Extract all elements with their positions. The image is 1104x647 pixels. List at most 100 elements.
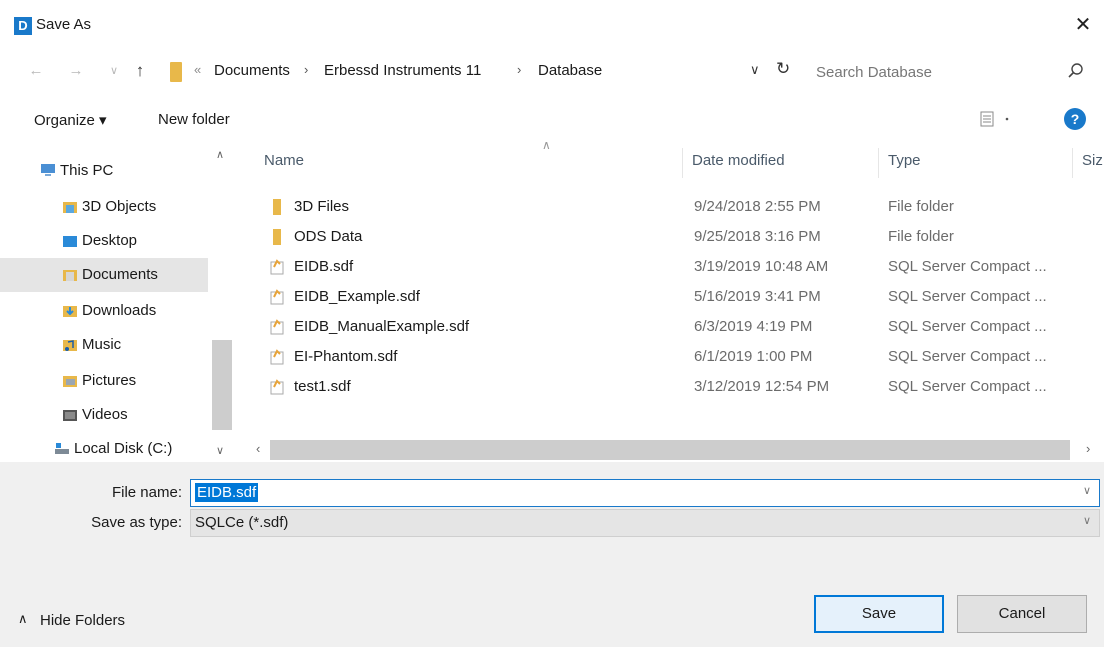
sidebar-item-desktop[interactable]: Desktop <box>0 224 208 258</box>
breadcrumb-documents[interactable]: Documents <box>214 62 290 79</box>
file-name: test1.sdf <box>294 378 351 395</box>
file-date: 9/25/2018 3:16 PM <box>694 228 821 245</box>
sidebar-item-local-disk[interactable]: Local Disk (C:) <box>0 432 208 466</box>
file-date: 3/12/2019 12:54 PM <box>694 378 830 395</box>
sidebar-item-this-pc[interactable]: This PC <box>0 154 208 188</box>
documents-icon <box>63 270 77 281</box>
file-date: 9/24/2018 2:55 PM <box>694 198 821 215</box>
navigation-bar: ← → ∨ ↑ « Documents › Erbessd Instrument… <box>0 52 1104 92</box>
title-bar: D Save As ✕ <box>0 0 1104 48</box>
column-header-size[interactable]: Siz <box>1082 152 1103 169</box>
desktop-icon <box>63 236 77 247</box>
file-date: 5/16/2019 3:41 PM <box>694 288 821 305</box>
hide-folders-button[interactable]: ∧ Hide Folders <box>18 611 126 629</box>
file-list: ∧ Name Date modified Type Siz 3D Files 9… <box>240 138 1104 462</box>
column-header-name[interactable]: Name <box>264 152 304 169</box>
sidebar-item-documents[interactable]: Documents <box>0 258 208 292</box>
chevron-down-icon[interactable]: ∨ <box>1083 484 1091 497</box>
sidebar-item-3d-objects[interactable]: 3D Objects <box>0 190 208 224</box>
address-overflow-chevron[interactable]: « <box>194 62 201 77</box>
file-name-input[interactable]: EIDB.sdf <box>195 483 259 502</box>
videos-icon <box>63 410 77 421</box>
file-type: SQL Server Compact ... <box>888 258 1047 275</box>
column-header-type[interactable]: Type <box>888 152 921 169</box>
file-type: SQL Server Compact ... <box>888 288 1047 305</box>
file-row[interactable]: EI-Phantom.sdf 6/1/2019 1:00 PM SQL Serv… <box>240 342 1104 372</box>
breadcrumb-database[interactable]: Database <box>538 62 602 79</box>
folder-icon <box>273 229 281 245</box>
file-date: 6/3/2019 4:19 PM <box>694 318 813 335</box>
file-name-label: File name: <box>111 484 182 501</box>
back-icon[interactable]: ← <box>26 60 46 82</box>
view-options-icon[interactable] <box>977 108 1017 130</box>
close-button[interactable]: ✕ <box>1066 10 1100 40</box>
breadcrumb-separator[interactable]: › <box>517 62 521 77</box>
sidebar-item-videos[interactable]: Videos <box>0 398 208 432</box>
column-divider[interactable] <box>878 148 879 178</box>
file-type: SQL Server Compact ... <box>888 348 1047 365</box>
scrollbar-thumb[interactable] <box>270 440 1070 460</box>
sidebar-item-downloads[interactable]: Downloads <box>0 294 208 328</box>
file-row[interactable]: ODS Data 9/25/2018 3:16 PM File folder <box>240 222 1104 252</box>
column-header-date-modified[interactable]: Date modified <box>692 152 785 169</box>
save-as-type-label: Save as type: <box>91 514 182 531</box>
file-row[interactable]: test1.sdf 3/12/2019 12:54 PM SQL Server … <box>240 372 1104 402</box>
folder-icon <box>170 62 182 82</box>
sdf-file-icon <box>270 349 284 365</box>
navigation-pane-scrollbar[interactable]: ∧ ∨ <box>210 146 234 464</box>
file-type: SQL Server Compact ... <box>888 318 1047 335</box>
hide-folders-label: Hide Folders <box>40 612 126 629</box>
sidebar-item-label: Documents <box>82 266 158 283</box>
organize-menu-button[interactable]: Organize ▾ <box>34 111 107 129</box>
sidebar-item-music[interactable]: Music <box>0 328 208 362</box>
file-type: File folder <box>888 228 954 245</box>
file-row[interactable]: 3D Files 9/24/2018 2:55 PM File folder <box>240 192 1104 222</box>
column-divider[interactable] <box>1072 148 1073 178</box>
navigation-pane: This PC 3D Objects Desktop Documents Dow… <box>0 146 236 464</box>
breadcrumb-erbessd-instruments[interactable]: Erbessd Instruments 11 <box>324 62 481 79</box>
sidebar-item-label: Desktop <box>82 232 138 249</box>
scrollbar-thumb[interactable] <box>212 340 232 430</box>
sdf-file-icon <box>270 289 284 305</box>
save-button[interactable]: Save <box>814 595 944 633</box>
save-as-type-select[interactable]: SQLCe (*.sdf) ∨ <box>190 509 1100 537</box>
sdf-file-icon <box>270 259 284 275</box>
file-name: 3D Files <box>294 198 350 215</box>
file-name: EI-Phantom.sdf <box>294 348 398 365</box>
new-folder-button[interactable]: New folder <box>158 111 230 128</box>
save-form-panel: File name: EIDB.sdf ∨ Save as type: SQLC… <box>0 462 1104 647</box>
scroll-down-icon[interactable]: ∨ <box>216 444 224 457</box>
cancel-button[interactable]: Cancel <box>957 595 1087 633</box>
sidebar-item-pictures[interactable]: Pictures <box>0 364 208 398</box>
sort-ascending-icon: ∧ <box>542 138 551 152</box>
scroll-left-icon[interactable]: ‹ <box>256 441 260 456</box>
file-list-horizontal-scrollbar[interactable]: ‹ › <box>240 438 1104 462</box>
address-dropdown-chevron-icon[interactable]: ∨ <box>750 62 760 78</box>
file-row[interactable]: EIDB_Example.sdf 5/16/2019 3:41 PM SQL S… <box>240 282 1104 312</box>
scroll-up-icon[interactable]: ∧ <box>216 148 224 161</box>
3d-objects-icon <box>63 202 77 213</box>
computer-icon <box>41 164 55 176</box>
up-arrow-icon[interactable]: ↑ <box>130 60 150 82</box>
sidebar-item-label: This PC <box>60 162 114 179</box>
file-row[interactable]: EIDB.sdf 3/19/2019 10:48 AM SQL Server C… <box>240 252 1104 282</box>
file-name: EIDB_ManualExample.sdf <box>294 318 470 335</box>
search-icon[interactable] <box>1066 61 1086 81</box>
search-input[interactable]: Search Database <box>816 64 932 81</box>
forward-icon[interactable]: → <box>66 60 86 82</box>
file-row[interactable]: EIDB_ManualExample.sdf 6/3/2019 4:19 PM … <box>240 312 1104 342</box>
file-type: SQL Server Compact ... <box>888 378 1047 395</box>
address-bar[interactable]: « Documents › Erbessd Instruments 11 › D… <box>164 56 804 88</box>
column-divider[interactable] <box>682 148 683 178</box>
recent-locations-chevron-icon[interactable]: ∨ <box>104 60 124 82</box>
chevron-down-icon[interactable]: ∨ <box>1083 514 1091 527</box>
breadcrumb-separator[interactable]: › <box>304 62 308 77</box>
file-name-field[interactable]: EIDB.sdf ∨ <box>190 479 1100 507</box>
file-name: EIDB_Example.sdf <box>294 288 420 305</box>
refresh-icon[interactable]: ↻ <box>776 59 790 79</box>
help-icon[interactable]: ? <box>1064 108 1086 130</box>
search-box[interactable]: Search Database <box>806 56 1098 88</box>
window-title: Save As <box>36 16 92 33</box>
scroll-right-icon[interactable]: › <box>1086 441 1090 456</box>
file-type: File folder <box>888 198 954 215</box>
